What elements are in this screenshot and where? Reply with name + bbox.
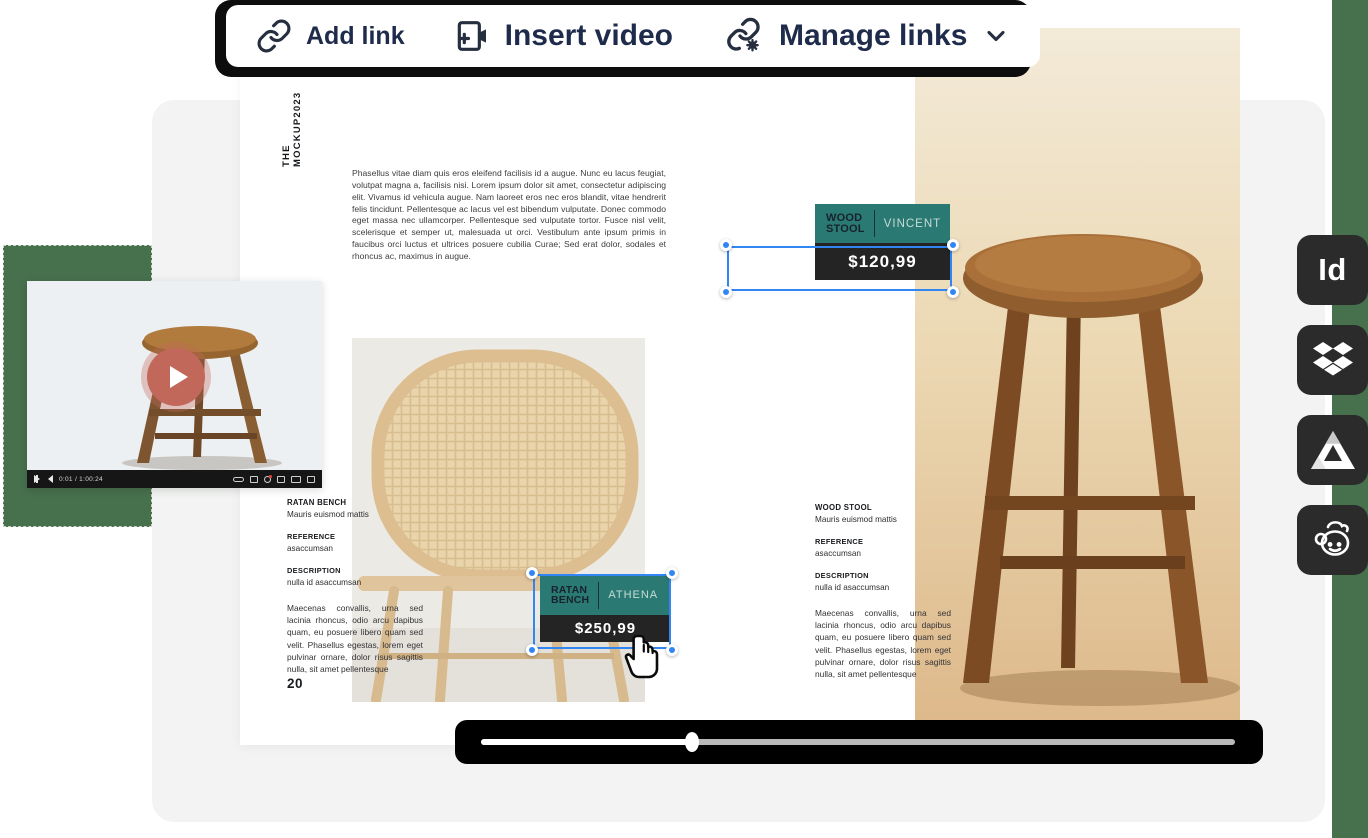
link-icon	[256, 18, 292, 54]
flipbook-editor-canvas: THE MOCKUP2023 Phasellus vitae diam quis…	[0, 0, 1368, 838]
autoplay-icon[interactable]	[233, 477, 244, 482]
reference-label: REFERENCE	[287, 532, 423, 541]
insert-video-icon	[451, 16, 491, 56]
indesign-icon[interactable]: Id	[1297, 235, 1368, 305]
add-link-label: Add link	[306, 22, 405, 51]
resize-handle-bottom-right[interactable]	[947, 286, 959, 298]
scrubber-progress	[481, 739, 692, 745]
product-paragraph: Maecenas convallis, urna sed lacinia rho…	[287, 602, 423, 675]
description-value: nulla id asaccumsan	[287, 578, 423, 587]
insert-video-label: Insert video	[505, 19, 673, 53]
product-info-wood-stool: WOOD STOOL Mauris euismod mattis REFEREN…	[815, 503, 951, 680]
resize-handle-top-left[interactable]	[526, 567, 538, 579]
page-number: 20	[287, 676, 303, 691]
toolbar-dropdown-button[interactable]	[982, 22, 1010, 50]
video-control-bar[interactable]: 0:01 / 1:00:24	[27, 470, 322, 488]
captions-icon[interactable]	[250, 476, 258, 483]
mailchimp-icon[interactable]	[1297, 505, 1368, 575]
product-paragraph: Maecenas convallis, urna sed lacinia rho…	[815, 607, 951, 680]
theater-icon[interactable]	[291, 476, 301, 483]
mailchimp-glyph	[1310, 517, 1356, 563]
product-subtitle: Mauris euismod mattis	[287, 510, 423, 519]
settings-icon[interactable]	[264, 476, 271, 483]
resize-handle-bottom-right[interactable]	[666, 644, 678, 656]
drive-glyph	[1310, 429, 1356, 471]
page-vertical-title: THE MOCKUP2023	[281, 72, 303, 167]
video-time: 0:01 / 1:00:24	[59, 476, 103, 483]
reference-value: asaccumsan	[287, 544, 423, 553]
fullscreen-icon[interactable]	[307, 476, 315, 483]
manage-links-button[interactable]: Manage links	[725, 16, 967, 56]
play-icon	[170, 366, 188, 388]
add-link-button[interactable]: Add link	[256, 18, 405, 54]
description-value: nulla id asaccumsan	[815, 583, 951, 592]
product-subtitle: Mauris euismod mattis	[815, 515, 951, 524]
reference-label: REFERENCE	[815, 537, 951, 546]
resize-handle-top-right[interactable]	[947, 239, 959, 251]
skip-next-icon[interactable]	[34, 475, 38, 483]
play-button[interactable]	[147, 348, 205, 406]
manage-links-gear-icon	[725, 16, 765, 56]
product-info-ratan-bench: RATAN BENCH Mauris euismod mattis REFERE…	[287, 498, 423, 675]
product-name: RATAN BENCH	[287, 498, 423, 507]
embedded-video-player[interactable]: 0:01 / 1:00:24	[27, 281, 322, 488]
volume-icon[interactable]	[44, 475, 53, 483]
dropbox-glyph	[1312, 341, 1354, 379]
reference-value: asaccumsan	[815, 549, 951, 558]
google-drive-icon[interactable]	[1297, 415, 1368, 485]
tag-variant: VINCENT	[884, 218, 941, 230]
wood-stool-photo	[915, 28, 1240, 720]
resize-handle-top-left[interactable]	[720, 239, 732, 251]
page-scrubber-bar[interactable]	[455, 720, 1263, 764]
tag-product-name: WOOD STOOL	[815, 213, 865, 235]
scrubber-thumb[interactable]	[685, 732, 699, 752]
description-label: DESCRIPTION	[287, 566, 423, 575]
insert-video-button[interactable]: Insert video	[451, 16, 673, 56]
resize-handle-bottom-left[interactable]	[526, 644, 538, 656]
miniplayer-icon[interactable]	[277, 476, 285, 483]
link-toolbar: Add link Insert video Manage links	[226, 5, 1040, 67]
resize-handle-bottom-left[interactable]	[720, 286, 732, 298]
product-name: WOOD STOOL	[815, 503, 951, 512]
selection-frame-wood-stool-tag[interactable]	[727, 246, 952, 291]
description-label: DESCRIPTION	[815, 571, 951, 580]
tag-divider	[874, 210, 875, 237]
dropbox-icon[interactable]	[1297, 325, 1368, 395]
hand-pointer-icon	[624, 633, 662, 681]
resize-handle-top-right[interactable]	[666, 567, 678, 579]
chevron-down-icon	[982, 22, 1010, 50]
intro-paragraph: Phasellus vitae diam quis eros eleifend …	[352, 168, 666, 263]
manage-links-label: Manage links	[779, 19, 967, 53]
price-tag-header: WOOD STOOL VINCENT	[815, 204, 950, 243]
scrubber-track[interactable]	[481, 739, 1235, 745]
